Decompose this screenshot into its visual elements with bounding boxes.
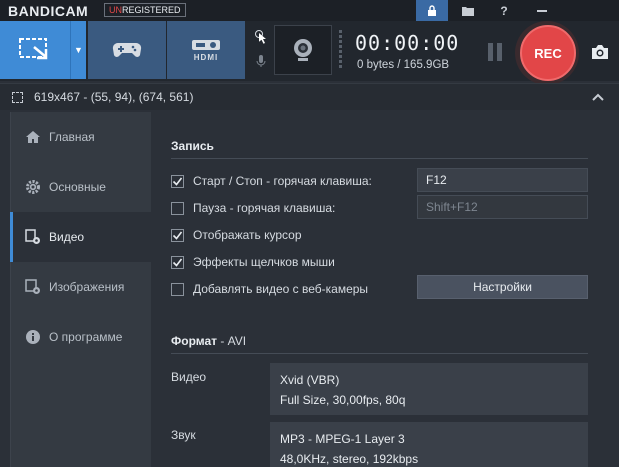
checkbox-label: Добавлять видео с веб-камеры bbox=[193, 282, 369, 296]
sidebar-item-video[interactable]: Видео bbox=[10, 212, 151, 262]
chevron-down-icon[interactable]: ▼ bbox=[70, 21, 86, 79]
sidebar-item-home[interactable]: Главная bbox=[11, 112, 151, 162]
start-stop-hotkey-checkbox[interactable]: Старт / Стоп - горячая клавиша: bbox=[171, 174, 372, 188]
toolbar: ▼ HDMI 00:00:00 0 bytes / 165.9GB REC bbox=[0, 21, 619, 85]
selection-area-icon bbox=[12, 92, 23, 103]
video-format-label: Видео bbox=[171, 370, 207, 384]
capture-coordinates: 619x467 - (55, 94), (674, 561) bbox=[34, 90, 194, 104]
unregistered-rest: REGISTERED bbox=[122, 5, 181, 15]
pause-hotkey-field[interactable]: Shift+F12 bbox=[417, 195, 588, 219]
game-mode-button[interactable] bbox=[88, 21, 166, 79]
video-codec: Xvid (VBR) bbox=[280, 373, 340, 387]
sidebar-item-label: О программе bbox=[49, 330, 123, 344]
video-settings-icon bbox=[23, 229, 43, 245]
sidebar-item-label: Главная bbox=[49, 130, 95, 144]
capture-options bbox=[250, 25, 272, 75]
sidebar-item-images[interactable]: Изображения bbox=[11, 262, 151, 312]
audio-format-label: Звук bbox=[171, 428, 196, 442]
screen-rectangle-icon bbox=[19, 38, 48, 60]
chevron-up-icon[interactable] bbox=[592, 90, 604, 104]
checkbox-checked[interactable] bbox=[171, 228, 184, 242]
checkbox-checked[interactable] bbox=[171, 255, 184, 269]
section-divider bbox=[171, 353, 588, 354]
checkbox-unchecked[interactable] bbox=[171, 201, 184, 215]
sidebar-item-about[interactable]: О программе bbox=[11, 312, 151, 362]
hdmi-label: HDMI bbox=[193, 52, 219, 62]
section-divider bbox=[171, 158, 588, 159]
minimize-icon[interactable] bbox=[528, 0, 556, 21]
gamepad-icon bbox=[112, 42, 142, 57]
camera-snapshot-icon[interactable] bbox=[588, 41, 612, 63]
checkbox-label: Старт / Стоп - горячая клавиша: bbox=[193, 174, 372, 188]
folder-icon[interactable] bbox=[454, 0, 482, 21]
checkbox-unchecked[interactable] bbox=[171, 282, 184, 296]
screen-mode-button[interactable] bbox=[0, 21, 70, 79]
title-bar: BANDICAM UNREGISTERED ? bbox=[0, 0, 619, 21]
webcam-overlay-checkbox[interactable]: Добавлять видео с веб-камеры bbox=[171, 282, 368, 296]
unregistered-prefix: UN bbox=[109, 5, 122, 15]
home-icon bbox=[23, 130, 43, 144]
record-section-title: Запись bbox=[171, 139, 214, 153]
video-settings-panel: Запись Старт / Стоп - горячая клавиша: F… bbox=[151, 112, 609, 467]
lock-icon[interactable] bbox=[416, 0, 448, 21]
video-details: Full Size, 30,00fps, 80q bbox=[280, 393, 406, 407]
record-button[interactable]: REC bbox=[520, 25, 576, 81]
format-section-title: Формат - AVI bbox=[171, 334, 246, 348]
gear-icon bbox=[23, 179, 43, 195]
checkbox-label: Эффекты щелчков мыши bbox=[193, 255, 335, 269]
device-mode-button[interactable]: HDMI bbox=[167, 21, 245, 79]
image-icon bbox=[23, 279, 43, 295]
hdmi-device-icon bbox=[192, 39, 220, 50]
file-size-status: 0 bytes / 165.9GB bbox=[357, 59, 450, 71]
checkbox-label: Отображать курсор bbox=[193, 228, 302, 242]
pause-icon[interactable] bbox=[488, 43, 502, 61]
unregistered-badge: UNREGISTERED bbox=[104, 3, 186, 17]
help-icon[interactable]: ? bbox=[490, 0, 518, 21]
pause-hotkey-checkbox[interactable]: Пауза - горячая клавиша: bbox=[171, 201, 335, 215]
capture-area-bar: 619x467 - (55, 94), (674, 561) bbox=[0, 83, 619, 110]
show-cursor-checkbox[interactable]: Отображать курсор bbox=[171, 228, 302, 242]
format-title: Формат bbox=[171, 334, 218, 348]
cursor-click-icon[interactable] bbox=[250, 25, 272, 49]
checkbox-checked[interactable] bbox=[171, 174, 184, 188]
sidebar: Главная Основные Видео Изображения О про… bbox=[10, 112, 151, 467]
click-effects-checkbox[interactable]: Эффекты щелчков мыши bbox=[171, 255, 335, 269]
webcam-preview[interactable] bbox=[274, 25, 332, 75]
sidebar-item-general[interactable]: Основные bbox=[11, 162, 151, 212]
microphone-icon[interactable] bbox=[250, 49, 272, 73]
info-icon bbox=[23, 329, 43, 345]
start-stop-hotkey-field[interactable]: F12 bbox=[417, 168, 588, 192]
checkbox-label: Пауза - горячая клавиша: bbox=[193, 201, 336, 215]
audio-codec: MP3 - MPEG-1 Layer 3 bbox=[280, 432, 405, 446]
audio-details: 48,0KHz, stereo, 192kbps bbox=[280, 452, 419, 466]
webcam-settings-button[interactable]: Настройки bbox=[417, 275, 588, 299]
audio-format-box[interactable]: MP3 - MPEG-1 Layer 3 48,0KHz, stereo, 19… bbox=[270, 422, 588, 467]
format-subtitle: - AVI bbox=[217, 334, 247, 348]
webcam-icon bbox=[294, 39, 312, 61]
video-format-box[interactable]: Xvid (VBR) Full Size, 30,00fps, 80q bbox=[270, 363, 588, 415]
app-logo: BANDICAM bbox=[8, 3, 89, 19]
sidebar-item-label: Основные bbox=[49, 180, 106, 194]
sidebar-item-label: Изображения bbox=[49, 280, 125, 294]
recording-timer: 00:00:00 bbox=[355, 31, 460, 55]
sidebar-item-label: Видео bbox=[49, 230, 85, 244]
level-meter bbox=[337, 29, 345, 75]
